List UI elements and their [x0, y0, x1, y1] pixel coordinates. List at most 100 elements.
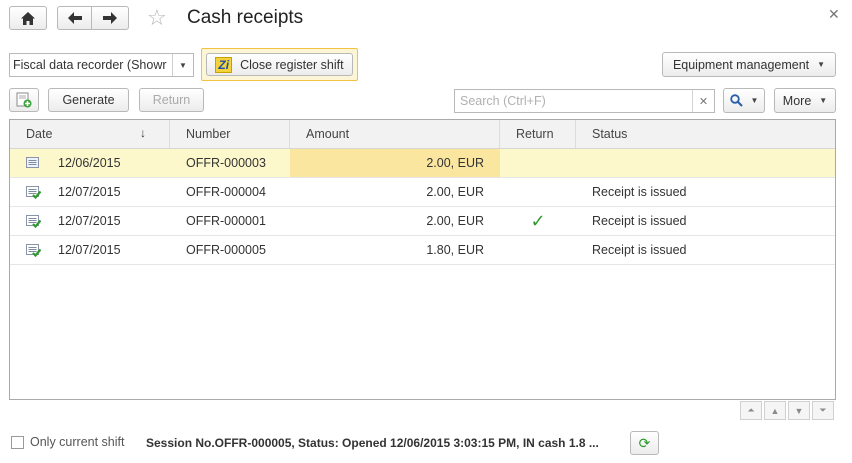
page-title: Cash receipts [187, 7, 304, 28]
row-status: Receipt is issued [592, 185, 687, 199]
cell-status: Receipt is issued [576, 236, 835, 264]
cell-date: 12/06/2015 [10, 149, 170, 177]
search-input[interactable]: Search (Ctrl+F) ✕ [454, 89, 715, 113]
chevron-down-icon: ▼ [817, 60, 826, 69]
column-header-label: Amount [306, 127, 350, 141]
receipts-table[interactable]: Date ↓ Number Amount Return Status 12/06… [9, 119, 836, 400]
z-report-icon: Zi [215, 56, 233, 73]
only-current-shift-label: Only current shift [30, 435, 125, 449]
row-number: OFFR-000001 [186, 214, 266, 228]
column-header-return[interactable]: Return [500, 120, 576, 148]
row-number: OFFR-000004 [186, 185, 266, 199]
column-header-label: Status [592, 127, 628, 141]
more-button[interactable]: More ▼ [774, 88, 836, 113]
forward-button[interactable] [92, 6, 129, 30]
add-document-icon [16, 92, 32, 108]
close-register-shift-button[interactable]: Zi Close register shift [206, 53, 353, 76]
favorite-star-icon[interactable]: ☆ [147, 6, 167, 30]
table-row[interactable]: 12/07/2015 OFFR-000001 2.00, EUR ✓ Receipt i… [10, 207, 835, 236]
fiscal-device-select[interactable]: Fiscal data recorder (Showr ▼ [9, 53, 194, 77]
scroll-down-button[interactable]: ▼ [788, 401, 810, 420]
scroll-bottom-button[interactable]: ⏷ [812, 401, 834, 420]
cell-number: OFFR-000003 [170, 149, 290, 177]
cell-date: 12/07/2015 [10, 207, 170, 235]
cell-status: Receipt is issued [576, 207, 835, 235]
home-icon [21, 11, 35, 25]
cell-date: 12/07/2015 [10, 236, 170, 264]
clear-search-icon[interactable]: ✕ [692, 90, 714, 112]
cell-amount: 1.80, EUR [290, 236, 500, 264]
column-header-label: Date [26, 127, 53, 141]
column-header-label: Number [186, 127, 231, 141]
cell-date: 12/07/2015 [10, 178, 170, 206]
row-amount: 2.00, EUR [426, 185, 484, 199]
cell-return [500, 178, 576, 206]
arrow-left-icon [67, 12, 82, 24]
equipment-management-button[interactable]: Equipment management ▼ [662, 52, 836, 77]
close-icon[interactable]: ✕ [828, 6, 840, 23]
table-row[interactable]: 12/07/2015 OFFR-000004 2.00, EUR Receipt is… [10, 178, 835, 207]
search-button[interactable]: ▼ [723, 88, 765, 113]
search-icon [729, 94, 743, 107]
close-register-shift-label: Close register shift [240, 57, 344, 72]
cell-return: ✓ [500, 207, 576, 235]
cell-return [500, 236, 576, 264]
chevron-down-icon: ▼ [819, 96, 828, 105]
chevron-down-icon: ▼ [750, 96, 759, 105]
row-number: OFFR-000005 [186, 243, 266, 257]
close-shift-highlight: Zi Close register shift [201, 48, 358, 81]
create-button[interactable] [9, 88, 39, 112]
checkbox-box[interactable] [11, 435, 24, 449]
cell-amount: 2.00, EUR [290, 207, 500, 235]
cell-status: Receipt is issued [576, 178, 835, 206]
return-button[interactable]: Return [139, 88, 204, 112]
document-posted-icon [26, 243, 41, 257]
row-date: 12/07/2015 [58, 243, 121, 257]
column-header-label: Return [516, 127, 554, 141]
chevron-down-icon[interactable]: ▼ [172, 54, 193, 76]
row-date: 12/06/2015 [58, 156, 121, 170]
more-label: More [782, 93, 812, 108]
checkmark-icon: ✓ [530, 210, 546, 231]
document-icon [26, 156, 39, 168]
equipment-management-label: Equipment management [672, 57, 810, 72]
column-header-date[interactable]: Date ↓ [10, 120, 170, 148]
back-button[interactable] [57, 6, 92, 30]
row-date: 12/07/2015 [58, 214, 121, 228]
row-status: Receipt is issued [592, 214, 687, 228]
cell-number: OFFR-000004 [170, 178, 290, 206]
row-amount: 1.80, EUR [426, 243, 484, 257]
return-label: Return [152, 93, 191, 107]
column-header-amount[interactable]: Amount [290, 120, 500, 148]
home-button[interactable] [9, 6, 47, 30]
cell-number: OFFR-000005 [170, 236, 290, 264]
row-number: OFFR-000003 [186, 156, 266, 170]
row-date: 12/07/2015 [58, 185, 121, 199]
sort-down-icon: ↓ [140, 126, 146, 140]
refresh-button[interactable]: ⟳ [630, 431, 659, 455]
document-posted-icon [26, 185, 41, 199]
generate-label: Generate [62, 93, 115, 107]
refresh-icon: ⟳ [638, 434, 651, 451]
scroll-up-button[interactable]: ▲ [764, 401, 786, 420]
fiscal-device-value: Fiscal data recorder (Showr [13, 58, 167, 72]
row-amount: 2.00, EUR [426, 214, 484, 228]
cell-status [576, 149, 835, 177]
table-row[interactable]: 12/06/2015 OFFR-000003 2.00, EUR [10, 149, 835, 178]
search-placeholder: Search (Ctrl+F) [460, 94, 546, 108]
table-row[interactable]: 12/07/2015 OFFR-000005 1.80, EUR Receipt is… [10, 236, 835, 265]
cell-number: OFFR-000001 [170, 207, 290, 235]
session-info: Session No.OFFR-000005, Status: Opened 1… [146, 436, 599, 450]
only-current-shift-checkbox[interactable]: Only current shift [11, 435, 124, 449]
row-status: Receipt is issued [592, 243, 687, 257]
scroll-top-button[interactable]: ⏶ [740, 401, 762, 420]
arrow-right-icon [103, 12, 117, 24]
column-header-status[interactable]: Status [576, 120, 835, 148]
cell-amount: 2.00, EUR [290, 178, 500, 206]
cell-return [500, 149, 576, 177]
row-amount: 2.00, EUR [426, 156, 484, 170]
document-posted-icon [26, 214, 41, 228]
column-header-number[interactable]: Number [170, 120, 290, 148]
cell-amount: 2.00, EUR [290, 149, 500, 177]
generate-button[interactable]: Generate [48, 88, 129, 112]
